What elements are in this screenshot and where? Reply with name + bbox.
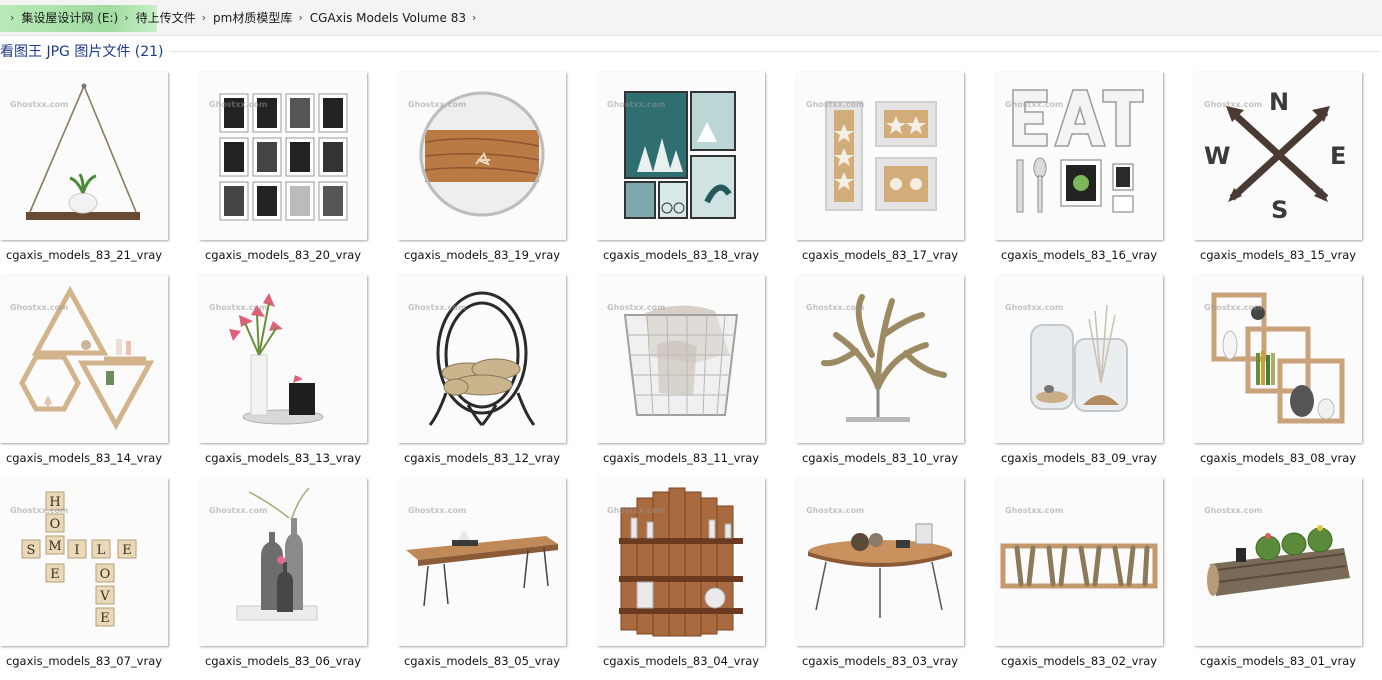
file-name[interactable]: cgaxis_models_83_19_vray	[398, 248, 566, 262]
cactus-log-thumb[interactable]: Ghostxx.com	[1194, 478, 1362, 646]
chevron-right-icon[interactable]: ›	[118, 11, 135, 24]
compass-decor-thumb[interactable]: NWES Ghostxx.com	[1194, 72, 1362, 240]
svg-text:I: I	[74, 543, 79, 558]
file-item[interactable]: NWES Ghostxx.com cgaxis_models_83_15_vra…	[1194, 72, 1362, 262]
file-item[interactable]: Ghostxx.com cgaxis_models_83_09_vray	[995, 275, 1163, 465]
round-wood-mirror-thumb[interactable]: Ghostxx.com	[398, 72, 566, 240]
file-name[interactable]: cgaxis_models_83_13_vray	[199, 451, 367, 465]
svg-text:E: E	[100, 611, 110, 626]
svg-text:S: S	[1271, 196, 1288, 224]
address-bar[interactable]: › 集设屋设计网 (E:) › 待上传文件 › pm材质模型库 › CGAxis…	[0, 0, 1382, 36]
geometric-shelves-thumb[interactable]: Ghostxx.com	[0, 275, 168, 443]
file-name[interactable]: cgaxis_models_83_18_vray	[597, 248, 765, 262]
file-name[interactable]: cgaxis_models_83_10_vray	[796, 451, 964, 465]
file-item[interactable]: HOM SILE E OVE Ghostxx.com cgaxis_models…	[0, 478, 168, 668]
file-item[interactable]: Ghostxx.com cgaxis_models_83_05_vray	[398, 478, 566, 668]
file-item[interactable]: Ghostxx.com cgaxis_models_83_19_vray	[398, 72, 566, 262]
breadcrumb-item-upload[interactable]: 待上传文件	[136, 9, 196, 26]
file-name[interactable]: cgaxis_models_83_01_vray	[1194, 654, 1362, 668]
breadcrumb-item-library[interactable]: pm材质模型库	[213, 9, 292, 26]
svg-text:L: L	[97, 543, 106, 558]
svg-text:N: N	[1269, 88, 1289, 116]
log-holder-thumb[interactable]: Ghostxx.com	[398, 275, 566, 443]
svg-text:S: S	[27, 543, 36, 558]
breadcrumb: › 集设屋设计网 (E:) › 待上传文件 › pm材质模型库 › CGAxis…	[4, 0, 483, 35]
group-divider	[169, 50, 1380, 52]
chevron-right-icon[interactable]: ›	[466, 11, 483, 24]
svg-text:O: O	[50, 517, 61, 532]
file-group-header[interactable]: 看图王 JPG 图片文件 (21)	[0, 40, 1382, 62]
file-name[interactable]: cgaxis_models_83_21_vray	[0, 248, 168, 262]
bottle-vases-thumb[interactable]: Ghostxx.com	[199, 478, 367, 646]
file-name[interactable]: cgaxis_models_83_11_vray	[597, 451, 765, 465]
glass-jars-thumb[interactable]: Ghostxx.com	[995, 275, 1163, 443]
box-shelves-thumb[interactable]: Ghostxx.com	[1194, 275, 1362, 443]
chevron-right-icon[interactable]: ›	[292, 11, 309, 24]
file-item[interactable]: Ghostxx.com cgaxis_models_83_01_vray	[1194, 478, 1362, 668]
file-item[interactable]: Ghostxx.com cgaxis_models_83_08_vray	[1194, 275, 1362, 465]
file-item[interactable]: Ghostxx.com cgaxis_models_83_20_vray	[199, 72, 367, 262]
file-item[interactable]: Ghostxx.com cgaxis_models_83_02_vray	[995, 478, 1163, 668]
svg-text:W: W	[1204, 142, 1230, 170]
eat-letters-thumb[interactable]: Ghostxx.com	[995, 72, 1163, 240]
svg-text:M: M	[48, 539, 61, 554]
file-name[interactable]: cgaxis_models_83_08_vray	[1194, 451, 1362, 465]
file-item[interactable]: Ghostxx.com cgaxis_models_83_10_vray	[796, 275, 964, 465]
file-item[interactable]: Ghostxx.com cgaxis_models_83_21_vray	[0, 72, 168, 262]
file-name[interactable]: cgaxis_models_83_05_vray	[398, 654, 566, 668]
svg-text:V: V	[99, 589, 110, 604]
branch-shelf-thumb[interactable]: Ghostxx.com	[995, 478, 1163, 646]
svg-text:H: H	[49, 495, 60, 510]
photo-frames-thumb[interactable]: Ghostxx.com	[199, 72, 367, 240]
svg-text:E: E	[1330, 142, 1346, 170]
file-name[interactable]: cgaxis_models_83_09_vray	[995, 451, 1163, 465]
group-title: 看图王 JPG 图片文件 (21)	[0, 44, 164, 60]
file-item[interactable]: Ghostxx.com cgaxis_models_83_17_vray	[796, 72, 964, 262]
svg-text:O: O	[100, 567, 111, 582]
hanging-shelf-thumb[interactable]: Ghostxx.com	[0, 72, 168, 240]
file-name[interactable]: cgaxis_models_83_06_vray	[199, 654, 367, 668]
breadcrumb-item-volume[interactable]: CGAxis Models Volume 83	[310, 11, 466, 25]
file-name[interactable]: cgaxis_models_83_02_vray	[995, 654, 1163, 668]
wire-basket-thumb[interactable]: Ghostxx.com	[597, 275, 765, 443]
file-name[interactable]: cgaxis_models_83_16_vray	[995, 248, 1163, 262]
winter-frames-thumb[interactable]: Ghostxx.com	[597, 72, 765, 240]
file-name[interactable]: cgaxis_models_83_14_vray	[0, 451, 168, 465]
file-grid: Ghostxx.com cgaxis_models_83_21_vray Gho…	[0, 72, 1362, 668]
file-name[interactable]: cgaxis_models_83_20_vray	[199, 248, 367, 262]
file-name[interactable]: cgaxis_models_83_07_vray	[0, 654, 168, 668]
wood-wall-shelf-thumb[interactable]: Ghostxx.com	[597, 478, 765, 646]
chevron-right-icon[interactable]: ›	[4, 11, 21, 24]
file-name[interactable]: cgaxis_models_83_17_vray	[796, 248, 964, 262]
letter-tiles-thumb[interactable]: HOM SILE E OVE Ghostxx.com	[0, 478, 168, 646]
file-item[interactable]: Ghostxx.com cgaxis_models_83_13_vray	[199, 275, 367, 465]
file-item[interactable]: Ghostxx.com cgaxis_models_83_12_vray	[398, 275, 566, 465]
driftwood-sculpture-thumb[interactable]: Ghostxx.com	[796, 275, 964, 443]
chevron-right-icon[interactable]: ›	[196, 11, 213, 24]
file-item[interactable]: Ghostxx.com cgaxis_models_83_03_vray	[796, 478, 964, 668]
file-name[interactable]: cgaxis_models_83_12_vray	[398, 451, 566, 465]
file-item[interactable]: Ghostxx.com cgaxis_models_83_04_vray	[597, 478, 765, 668]
file-item[interactable]: Ghostxx.com cgaxis_models_83_06_vray	[199, 478, 367, 668]
file-item[interactable]: Ghostxx.com cgaxis_models_83_14_vray	[0, 275, 168, 465]
svg-text:E: E	[50, 567, 60, 582]
lily-vase-thumb[interactable]: Ghostxx.com	[199, 275, 367, 443]
file-name[interactable]: cgaxis_models_83_04_vray	[597, 654, 765, 668]
file-name[interactable]: cgaxis_models_83_03_vray	[796, 654, 964, 668]
wood-coffee-table-thumb[interactable]: Ghostxx.com	[398, 478, 566, 646]
svg-text:E: E	[122, 543, 132, 558]
file-item[interactable]: Ghostxx.com cgaxis_models_83_18_vray	[597, 72, 765, 262]
file-name[interactable]: cgaxis_models_83_15_vray	[1194, 248, 1362, 262]
round-coffee-table-thumb[interactable]: Ghostxx.com	[796, 478, 964, 646]
file-item[interactable]: Ghostxx.com cgaxis_models_83_11_vray	[597, 275, 765, 465]
file-item[interactable]: Ghostxx.com cgaxis_models_83_16_vray	[995, 72, 1163, 262]
starfish-frames-thumb[interactable]: Ghostxx.com	[796, 72, 964, 240]
breadcrumb-item-drive[interactable]: 集设屋设计网 (E:)	[21, 9, 118, 26]
